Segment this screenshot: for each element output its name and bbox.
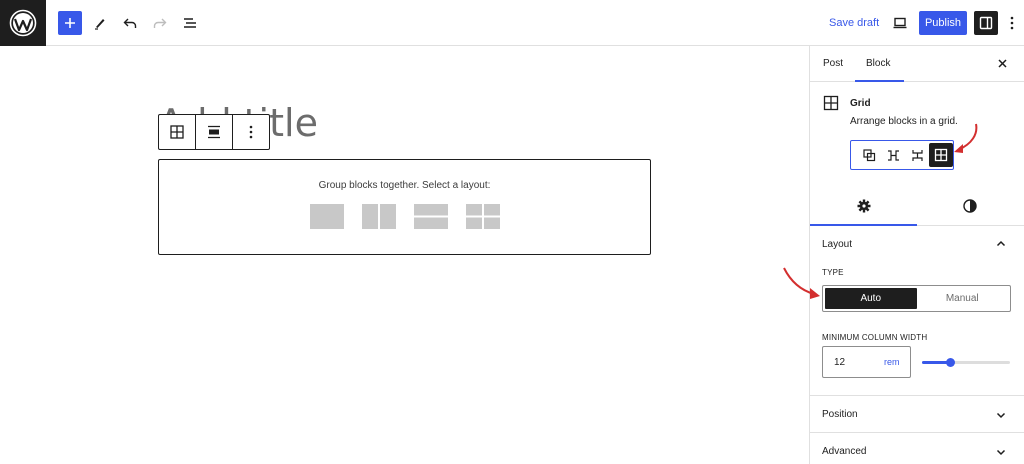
layout-type-auto[interactable]: Auto xyxy=(825,288,917,309)
layout-option-grid[interactable] xyxy=(465,204,500,229)
close-sidebar-button[interactable] xyxy=(994,55,1010,71)
settings-sidebar: Post Block Grid Arrange blocks in a grid… xyxy=(809,46,1024,464)
min-column-width-slider[interactable] xyxy=(922,358,1010,367)
settings-gear-icon[interactable] xyxy=(856,198,872,214)
layout-type-label: TYPE xyxy=(822,268,844,277)
block-toolbar xyxy=(158,114,270,150)
save-draft-button[interactable]: Save draft xyxy=(829,17,879,29)
stack-icon xyxy=(911,149,923,161)
justification-button[interactable] xyxy=(195,115,231,149)
wordpress-logo-icon[interactable] xyxy=(0,0,46,46)
publish-button[interactable]: Publish xyxy=(919,11,967,35)
styles-half-circle-icon[interactable] xyxy=(962,198,978,214)
layout-panel-toggle[interactable]: Layout xyxy=(822,239,852,250)
group-block-placeholder: Group blocks together. Select a layout: xyxy=(158,159,651,255)
edit-tools-button[interactable] xyxy=(88,11,112,35)
block-options-button[interactable] xyxy=(231,115,269,149)
chevron-up-icon[interactable] xyxy=(996,239,1006,249)
block-description: Arrange blocks in a grid. xyxy=(850,116,958,127)
advanced-panel-toggle[interactable]: Advanced xyxy=(822,446,866,457)
position-panel-toggle[interactable]: Position xyxy=(822,409,858,420)
editor-canvas: Add title Group blocks together. Select … xyxy=(0,46,809,464)
group-icon xyxy=(862,148,875,161)
variation-group-button[interactable] xyxy=(857,143,881,167)
options-menu-button[interactable] xyxy=(1004,11,1020,35)
tab-post[interactable]: Post xyxy=(823,58,843,69)
block-variation-picker xyxy=(850,140,954,170)
desktop-preview-icon xyxy=(893,17,907,29)
close-icon xyxy=(997,58,1007,68)
grid-icon xyxy=(823,95,839,111)
chevron-down-icon[interactable] xyxy=(996,447,1006,457)
document-overview-button[interactable] xyxy=(178,11,202,35)
justify-icon xyxy=(208,125,220,139)
undo-button[interactable] xyxy=(118,11,142,35)
min-column-width-label: MINIMUM COLUMN WIDTH xyxy=(822,333,928,342)
tab-block[interactable]: Block xyxy=(866,58,890,69)
chevron-down-icon[interactable] xyxy=(996,410,1006,420)
grid-icon xyxy=(170,125,184,139)
sidebar-tabs: Post Block xyxy=(810,46,1024,82)
min-column-width-input[interactable]: 12 rem xyxy=(822,346,911,378)
undo-icon xyxy=(123,18,137,28)
variation-stack-button[interactable] xyxy=(905,143,929,167)
more-vertical-icon xyxy=(249,125,253,139)
preview-button[interactable] xyxy=(888,11,912,35)
annotation-arrow xyxy=(783,267,820,299)
pencil-icon xyxy=(95,19,105,30)
block-type-switcher[interactable] xyxy=(159,115,195,149)
layout-variation-picker xyxy=(159,204,650,229)
block-name: Grid xyxy=(850,98,871,109)
panel-divider xyxy=(810,432,1024,433)
more-vertical-icon xyxy=(1010,16,1014,30)
row-icon xyxy=(887,149,899,161)
layout-type-toggle: Auto Manual xyxy=(822,285,1011,312)
redo-button[interactable] xyxy=(148,11,172,35)
placeholder-instructions: Group blocks together. Select a layout: xyxy=(318,180,491,191)
settings-sidebar-toggle[interactable] xyxy=(974,11,998,35)
annotation-arrow xyxy=(954,123,978,153)
panel-divider xyxy=(810,395,1024,396)
add-block-button[interactable] xyxy=(58,11,82,35)
redo-icon xyxy=(153,18,167,28)
list-view-icon xyxy=(184,18,196,28)
plus-icon xyxy=(65,18,75,28)
variation-row-button[interactable] xyxy=(881,143,905,167)
grid-icon xyxy=(934,148,948,162)
layout-option-row[interactable] xyxy=(361,204,396,229)
slider-thumb[interactable] xyxy=(946,358,956,367)
settings-sidebar-icon xyxy=(979,16,993,30)
layout-option-group[interactable] xyxy=(309,204,344,229)
unit-select[interactable]: rem xyxy=(884,357,900,367)
active-subtab-indicator xyxy=(810,224,917,226)
layout-option-stack[interactable] xyxy=(413,204,448,229)
layout-type-manual[interactable]: Manual xyxy=(917,288,1009,309)
editor-top-bar: Save draft Publish xyxy=(0,0,1024,46)
block-inspector-tabs xyxy=(810,186,1024,226)
min-column-width-value[interactable]: 12 xyxy=(834,357,845,368)
